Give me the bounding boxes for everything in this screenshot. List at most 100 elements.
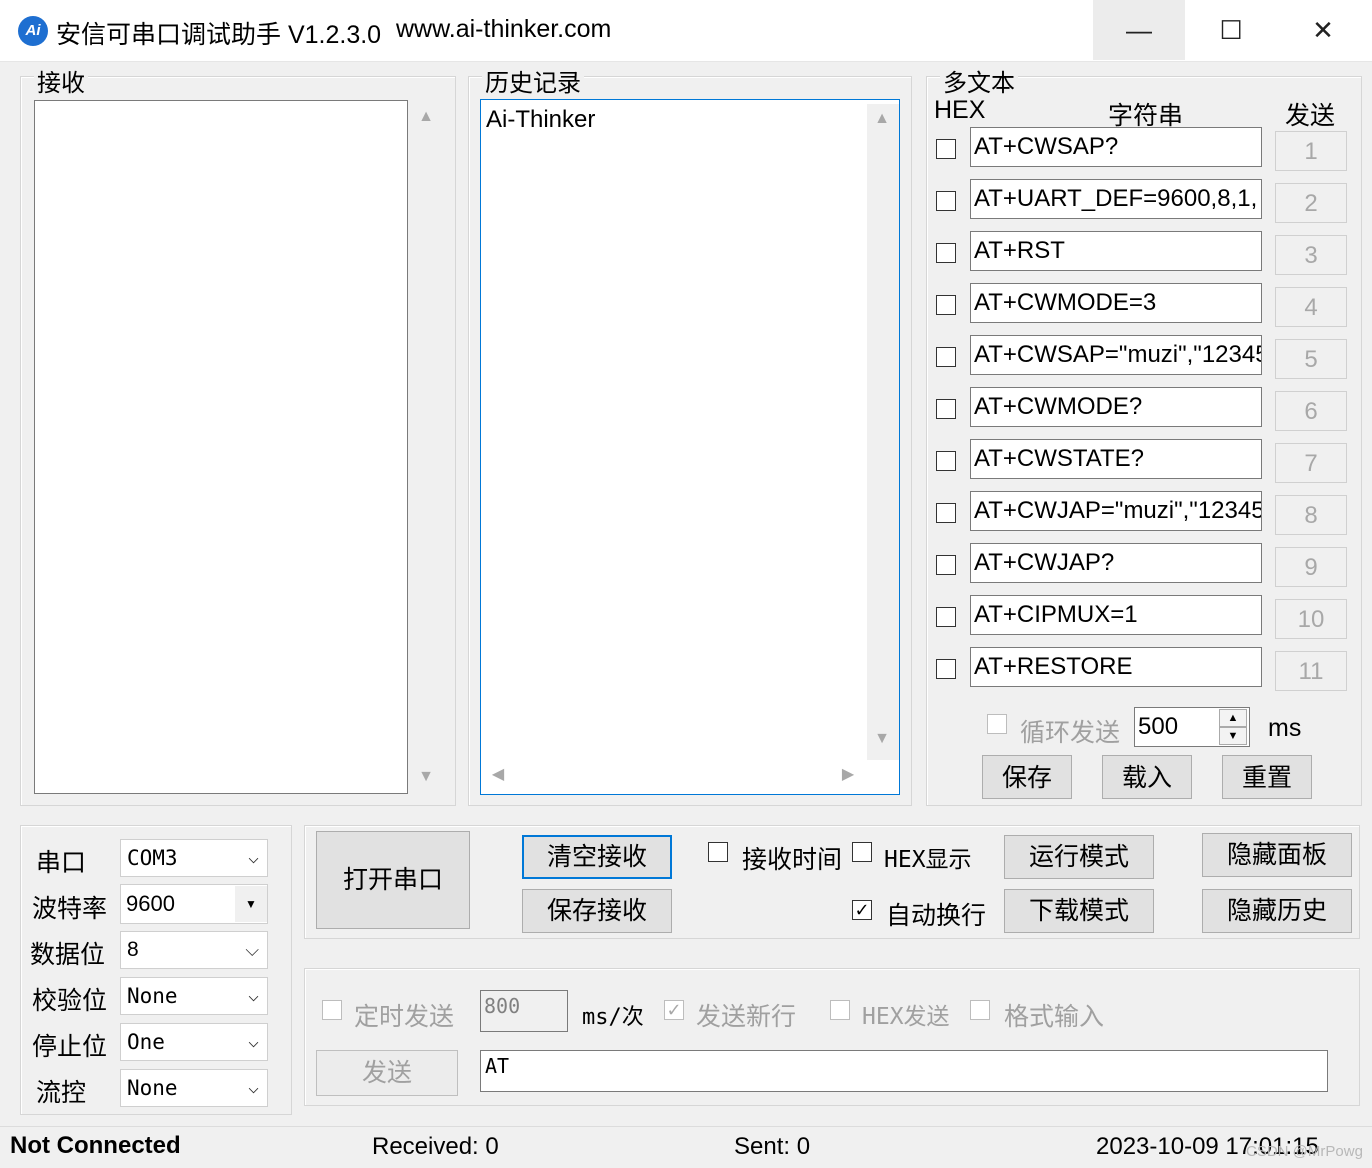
history-scroll-left-icon[interactable]: ◀ [485, 764, 511, 784]
hide-history-button[interactable]: 隐藏历史 [1202, 889, 1352, 933]
format-input-checkbox[interactable] [970, 1000, 990, 1020]
command-input-2[interactable]: AT+UART_DEF=9600,8,1, [970, 179, 1262, 219]
connection-status: Not Connected [10, 1132, 181, 1159]
load-multi-button[interactable]: 载入 [1102, 755, 1192, 799]
send-button-8[interactable]: 8 [1275, 495, 1347, 535]
hex-checkbox-11[interactable] [936, 659, 956, 679]
send-input[interactable]: AT [480, 1050, 1328, 1092]
receive-scroll-up-icon[interactable]: ▲ [413, 108, 439, 126]
send-button-1[interactable]: 1 [1275, 131, 1347, 171]
hex-display-checkbox[interactable] [852, 842, 872, 862]
send-button[interactable]: 发送 [316, 1050, 458, 1096]
history-item[interactable]: Ai-Thinker [486, 106, 595, 134]
port-select[interactable]: COM3 ⌵ [120, 839, 268, 877]
open-port-button[interactable]: 打开串口 [316, 831, 470, 929]
baud-combo[interactable]: 9600 ▼ [120, 884, 268, 924]
hex-checkbox-8[interactable] [936, 503, 956, 523]
timed-send-checkbox[interactable] [322, 1000, 342, 1020]
command-input-4[interactable]: AT+CWMODE=3 [970, 283, 1262, 323]
hex-checkbox-5[interactable] [936, 347, 956, 367]
hex-checkbox-1[interactable] [936, 139, 956, 159]
receive-time-checkbox[interactable] [708, 842, 728, 862]
run-mode-button[interactable]: 运行模式 [1004, 835, 1154, 879]
sent-count: Sent: 0 [734, 1133, 811, 1160]
stopbits-select-value: One [127, 1030, 165, 1054]
receive-textarea[interactable] [34, 100, 408, 794]
hide-panel-button[interactable]: 隐藏面板 [1202, 833, 1352, 877]
title-bar: Ai 安信可串口调试助手 V1.2.3.0 www.ai-thinker.com… [0, 0, 1372, 62]
command-input-8[interactable]: AT+CWJAP="muzi","12345 [970, 491, 1262, 531]
loop-send-label: 循环发送 [1020, 719, 1121, 747]
flow-select[interactable]: None ⌵ [120, 1069, 268, 1107]
status-bar: Not Connected Received: 0 Sent: 0 2023-1… [0, 1126, 1372, 1168]
command-input-5[interactable]: AT+CWSAP="muzi","12345 [970, 335, 1262, 375]
command-input-9[interactable]: AT+CWJAP? [970, 543, 1262, 583]
save-multi-button[interactable]: 保存 [982, 755, 1072, 799]
command-input-6[interactable]: AT+CWMODE? [970, 387, 1262, 427]
command-input-7[interactable]: AT+CWSTATE? [970, 439, 1262, 479]
port-select-value: COM3 [127, 846, 178, 870]
clear-receive-button[interactable]: 清空接收 [522, 835, 672, 879]
hex-checkbox-3[interactable] [936, 243, 956, 263]
baud-dropdown-icon[interactable]: ▼ [235, 886, 267, 922]
spinner-up-icon[interactable]: ▲ [1219, 709, 1247, 727]
command-input-10[interactable]: AT+CIPMUX=1 [970, 595, 1262, 635]
history-scroll-up-icon[interactable]: ▲ [869, 110, 895, 128]
hex-checkbox-4[interactable] [936, 295, 956, 315]
maximize-button[interactable]: ☐ [1185, 0, 1277, 60]
reset-multi-button[interactable]: 重置 [1222, 755, 1312, 799]
port-label: 串口 [36, 849, 87, 877]
receive-legend: 接收 [34, 63, 88, 98]
parity-select[interactable]: None ⌵ [120, 977, 268, 1015]
send-button-7[interactable]: 7 [1275, 443, 1347, 483]
send-newline-checkbox[interactable]: ✓ [664, 1000, 684, 1020]
parity-label: 校验位 [32, 987, 108, 1015]
send-column-header: 发送 [1285, 102, 1336, 130]
receive-time-label: 接收时间 [742, 846, 843, 874]
close-button[interactable]: ✕ [1277, 0, 1369, 60]
window-title-url: www.ai-thinker.com [396, 15, 612, 43]
minimize-button[interactable]: — [1093, 0, 1185, 60]
send-button-2[interactable]: 2 [1275, 183, 1347, 223]
parity-select-value: None [127, 984, 178, 1008]
hex-checkbox-7[interactable] [936, 451, 956, 471]
hex-checkbox-10[interactable] [936, 607, 956, 627]
loop-interval-spinner[interactable]: 500 ▲ ▼ [1134, 707, 1250, 747]
timed-interval-input[interactable]: 800 [480, 990, 568, 1032]
loop-interval-value[interactable]: 500 [1138, 713, 1178, 741]
command-input-1[interactable]: AT+CWSAP? [970, 127, 1262, 167]
send-button-10[interactable]: 10 [1275, 599, 1347, 639]
hex-send-checkbox[interactable] [830, 1000, 850, 1020]
received-count: Received: 0 [372, 1133, 499, 1160]
history-scroll-down-icon[interactable]: ▼ [869, 730, 895, 748]
command-input-3[interactable]: AT+RST [970, 231, 1262, 271]
hex-checkbox-9[interactable] [936, 555, 956, 575]
stopbits-label: 停止位 [32, 1033, 108, 1061]
timed-send-label: 定时发送 [354, 1003, 455, 1031]
maximize-icon: ☐ [1219, 14, 1243, 45]
command-input-11[interactable]: AT+RESTORE [970, 647, 1262, 687]
send-button-9[interactable]: 9 [1275, 547, 1347, 587]
databits-select-value: 8 [127, 938, 139, 961]
auto-newline-label: 自动换行 [886, 902, 987, 930]
databits-select[interactable]: 8 ⌵ [120, 931, 268, 969]
history-vscrollbar[interactable] [867, 104, 899, 760]
baud-value[interactable]: 9600 [126, 891, 175, 917]
spinner-down-icon[interactable]: ▼ [1219, 727, 1247, 745]
stopbits-select[interactable]: One ⌵ [120, 1023, 268, 1061]
receive-scroll-down-icon[interactable]: ▼ [413, 768, 439, 786]
hex-checkbox-6[interactable] [936, 399, 956, 419]
download-mode-button[interactable]: 下载模式 [1004, 889, 1154, 933]
chevron-down-icon: ⌵ [245, 940, 259, 960]
hex-checkbox-2[interactable] [936, 191, 956, 211]
send-button-11[interactable]: 11 [1275, 651, 1347, 691]
send-button-5[interactable]: 5 [1275, 339, 1347, 379]
auto-newline-checkbox[interactable]: ✓ [852, 900, 872, 920]
history-list[interactable]: Ai-Thinker ▲ ▼ ◀ ▶ [480, 99, 900, 795]
history-scroll-right-icon[interactable]: ▶ [835, 764, 861, 784]
save-receive-button[interactable]: 保存接收 [522, 889, 672, 933]
send-button-3[interactable]: 3 [1275, 235, 1347, 275]
loop-send-checkbox[interactable] [987, 714, 1007, 734]
send-button-4[interactable]: 4 [1275, 287, 1347, 327]
send-button-6[interactable]: 6 [1275, 391, 1347, 431]
